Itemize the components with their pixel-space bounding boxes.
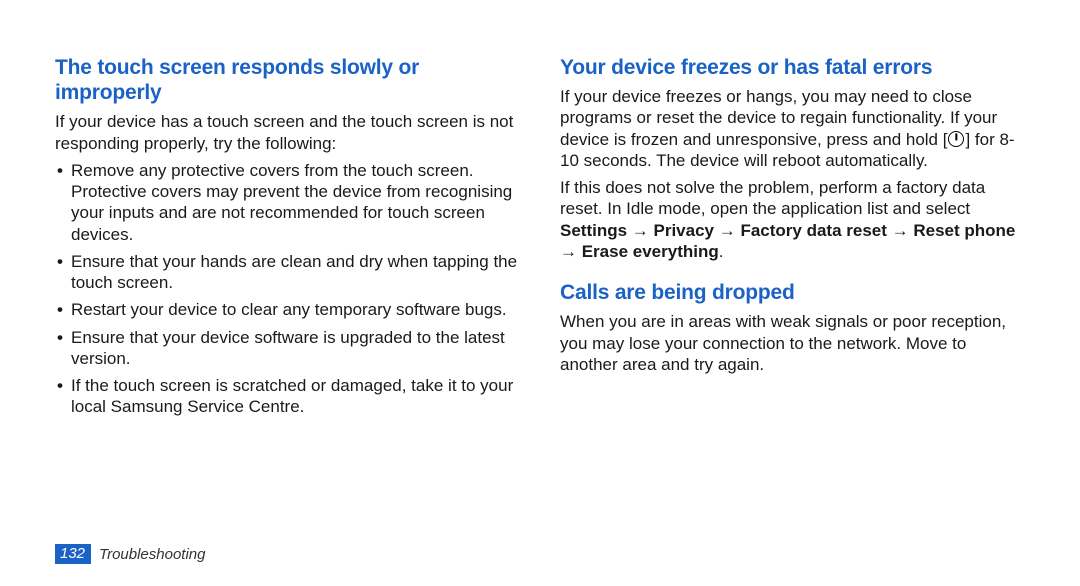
intro-touchscreen: If your device has a touch screen and th…: [55, 111, 520, 154]
list-item: Restart your device to clear any tempora…: [55, 299, 520, 320]
heading-freezes: Your device freezes or has fatal errors: [560, 55, 1025, 80]
list-item: Ensure that your hands are clean and dry…: [55, 251, 520, 294]
page-footer: 132 Troubleshooting: [55, 544, 206, 564]
list-item: If the touch screen is scratched or dama…: [55, 375, 520, 418]
heading-touchscreen: The touch screen responds slowly or impr…: [55, 55, 520, 105]
paragraph-calls-dropped: When you are in areas with weak signals …: [560, 311, 1025, 375]
text-segment: .: [719, 242, 724, 261]
list-item: Remove any protective covers from the to…: [55, 160, 520, 245]
heading-calls-dropped: Calls are being dropped: [560, 280, 1025, 305]
paragraph-freezes-1: If your device freezes or hangs, you may…: [560, 86, 1025, 171]
list-item: Ensure that your device software is upgr…: [55, 327, 520, 370]
footer-section-label: Troubleshooting: [99, 546, 205, 563]
page-number: 132: [55, 544, 91, 564]
settings-path: Settings → Privacy → Factory data reset …: [560, 221, 1015, 261]
left-column: The touch screen responds slowly or impr…: [55, 55, 520, 418]
right-column: Your device freezes or has fatal errors …: [560, 55, 1025, 418]
power-icon: [948, 131, 964, 147]
text-segment: If your device freezes or hangs, you may…: [560, 87, 997, 149]
paragraph-freezes-2: If this does not solve the problem, perf…: [560, 177, 1025, 262]
text-segment: If this does not solve the problem, perf…: [560, 178, 985, 218]
page-content: The touch screen responds slowly or impr…: [0, 0, 1080, 418]
bullet-list: Remove any protective covers from the to…: [55, 160, 520, 418]
